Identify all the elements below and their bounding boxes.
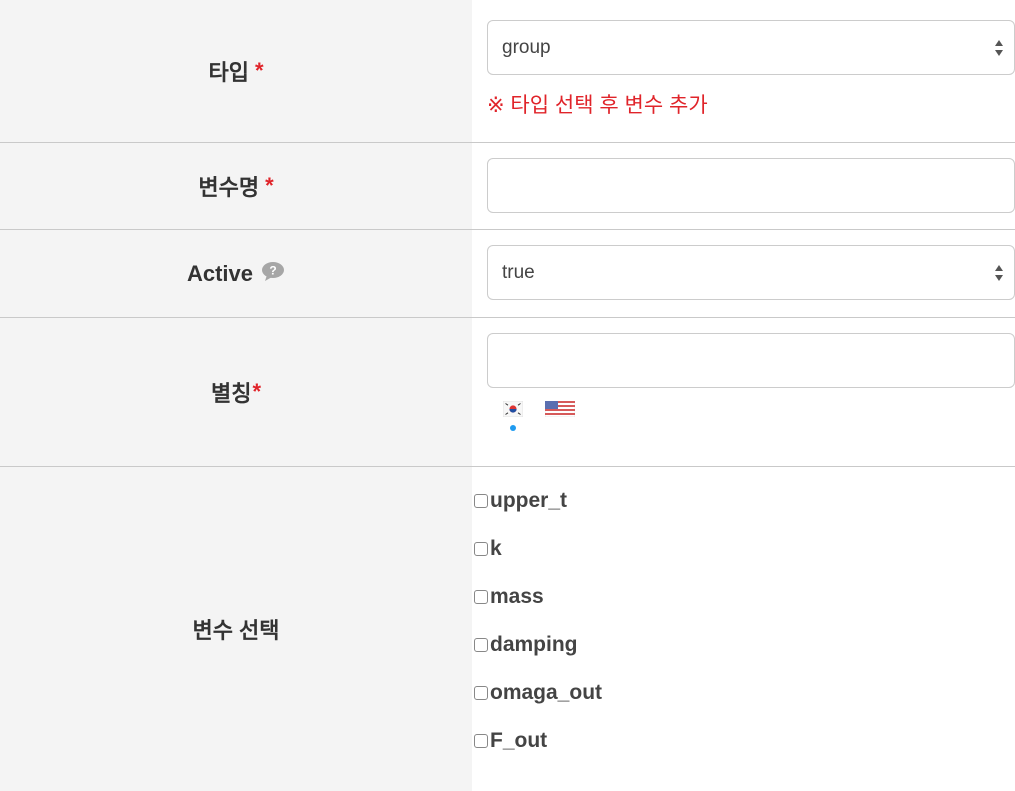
active-label: Active: [186, 260, 254, 286]
active-language-dot: [510, 425, 516, 431]
var-name-input[interactable]: [487, 158, 1015, 213]
var-name-label: 변수명: [198, 175, 260, 200]
active-label-cell: Active ?: [0, 230, 472, 317]
type-label-cell: 타입 *: [0, 0, 472, 142]
required-mark: *: [254, 58, 264, 83]
svg-text:?: ?: [269, 263, 276, 277]
required-mark: *: [265, 173, 274, 198]
variable-option[interactable]: damping: [472, 633, 1015, 657]
variable-checkbox-list: upper_tk mass damping omaga_out F_out: [472, 467, 1015, 753]
variable-form: 타입 * group ※ 타입 선택 후 변수 추가 변수명 * Active …: [0, 0, 1015, 791]
var-name-value-cell: [472, 143, 1015, 229]
row-var-name: 변수명 *: [0, 143, 1015, 230]
variable-option[interactable]: omaga_out: [472, 681, 1015, 705]
type-label: 타입: [208, 60, 249, 85]
alias-value-cell: [472, 318, 1015, 466]
alias-input[interactable]: [487, 333, 1015, 388]
active-value-cell: true: [472, 230, 1015, 317]
select-arrows-icon: [995, 264, 1003, 281]
active-select-value: true: [502, 261, 535, 283]
select-arrows-icon: [995, 39, 1003, 56]
question-bubble-icon[interactable]: ?: [261, 261, 285, 287]
type-value-cell: group ※ 타입 선택 후 변수 추가: [472, 0, 1015, 142]
var-select-label: 변수 선택: [192, 618, 280, 643]
var-name-label-cell: 변수명 *: [0, 143, 472, 229]
type-select-value: group: [502, 36, 551, 58]
variable-option[interactable]: mass: [472, 585, 1015, 609]
row-type: 타입 * group ※ 타입 선택 후 변수 추가: [0, 0, 1015, 143]
variable-checkbox[interactable]: [474, 542, 488, 556]
variable-checkbox[interactable]: [474, 734, 488, 748]
variable-option-label: F_out: [490, 729, 548, 752]
alias-label-cell: 별칭 *: [0, 318, 472, 466]
var-select-value-cell: upper_tk mass damping omaga_out F_out: [472, 467, 1015, 791]
variable-checkbox[interactable]: [474, 638, 488, 652]
variable-option-label: damping: [490, 633, 578, 656]
type-note: ※ 타입 선택 후 변수 추가: [487, 94, 708, 117]
variable-option-label: mass: [490, 585, 544, 608]
var-select-label-cell: 변수 선택: [0, 467, 472, 791]
variable-checkbox[interactable]: [474, 590, 488, 604]
active-select[interactable]: true: [487, 245, 1015, 300]
variable-checkbox[interactable]: [474, 494, 488, 508]
variable-option[interactable]: upper_t: [472, 489, 1015, 513]
korean-flag-icon[interactable]: [502, 400, 524, 431]
row-var-select: 변수 선택 upper_tk mass damping omaga_out F_out: [0, 467, 1015, 791]
language-flags: [487, 400, 1015, 431]
row-alias: 별칭 *: [0, 318, 1015, 467]
variable-option[interactable]: k: [472, 537, 1015, 561]
variable-option-label: k: [490, 537, 502, 560]
us-flag-icon[interactable]: [544, 400, 576, 422]
variable-option-label: omaga_out: [490, 681, 603, 704]
variable-option[interactable]: F_out: [472, 729, 1015, 753]
variable-option-label: upper_t: [490, 489, 568, 512]
row-active: Active ? true: [0, 230, 1015, 318]
alias-label: 별칭: [210, 381, 252, 406]
variable-checkbox[interactable]: [474, 686, 488, 700]
required-mark: *: [252, 379, 262, 404]
type-select[interactable]: group: [487, 20, 1015, 75]
